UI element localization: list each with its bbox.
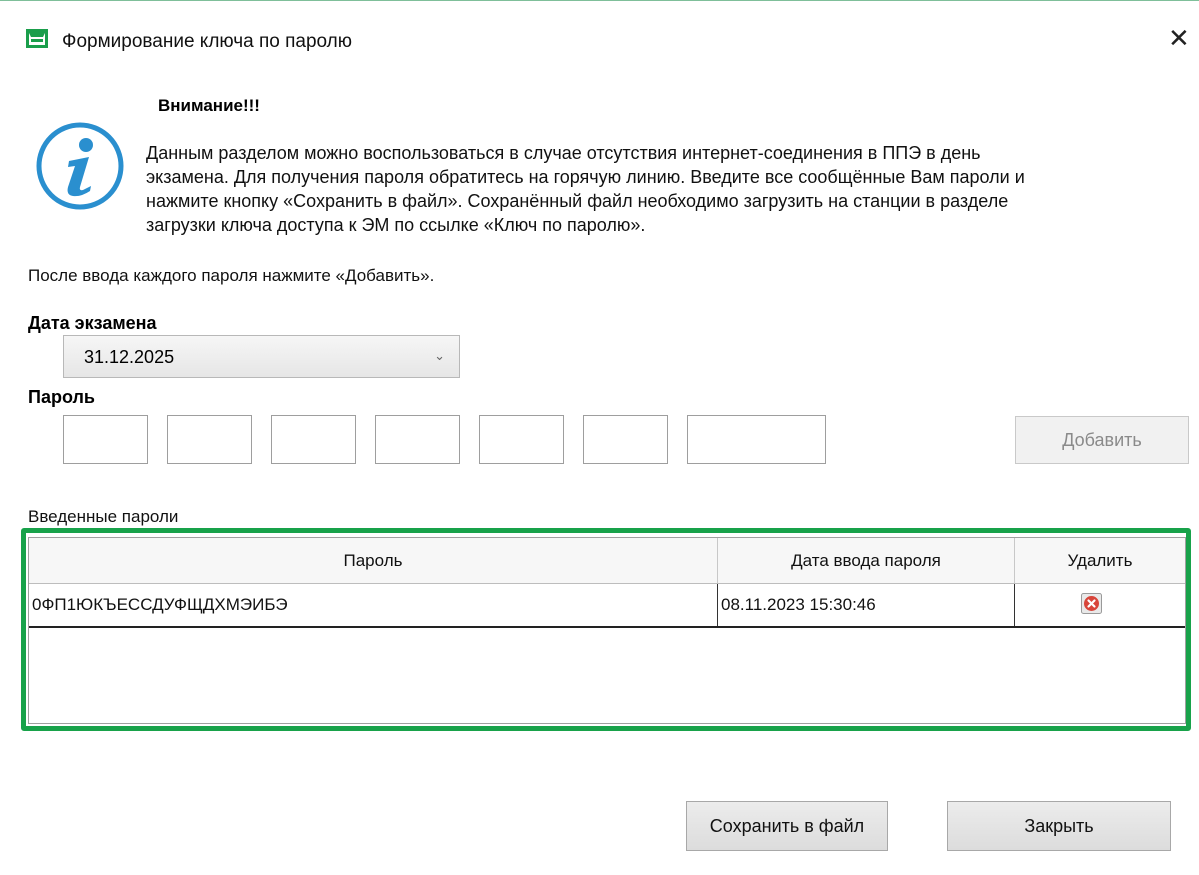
password-field-1[interactable] bbox=[63, 415, 148, 464]
save-to-file-button[interactable]: Сохранить в файл bbox=[686, 801, 888, 851]
table-header: Пароль Дата ввода пароля Удалить bbox=[29, 538, 1185, 584]
row-date: 08.11.2023 15:30:46 bbox=[717, 584, 1014, 626]
row-password: 0ФП1ЮКЪЕССДУФЩДХМЭИБЭ bbox=[32, 595, 288, 614]
password-field-6[interactable] bbox=[583, 415, 668, 464]
entered-passwords-label: Введенные пароли bbox=[28, 507, 179, 526]
table-row[interactable]: 0ФП1ЮКЪЕССДУФЩДХМЭИБЭ 08.11.2023 15:30:4… bbox=[29, 584, 1185, 628]
column-header-password[interactable]: Пароль bbox=[29, 538, 717, 583]
password-field-5[interactable] bbox=[479, 415, 564, 464]
delete-icon[interactable] bbox=[1081, 593, 1102, 614]
window-title: Формирование ключа по паролю bbox=[62, 31, 353, 52]
chevron-down-icon: ⌄ bbox=[434, 348, 445, 363]
warning-line: Данным разделом можно воспользоваться в … bbox=[146, 143, 981, 163]
info-icon bbox=[36, 122, 124, 210]
close-icon[interactable]: ✕ bbox=[1168, 25, 1190, 51]
exam-date-value: 31.12.2025 bbox=[84, 347, 175, 367]
passwords-table: Пароль Дата ввода пароля Удалить 0ФП1ЮКЪ… bbox=[28, 537, 1186, 724]
column-header-delete[interactable]: Удалить bbox=[1014, 538, 1185, 583]
exam-date-label: Дата экзамена bbox=[28, 313, 157, 333]
password-field-3[interactable] bbox=[271, 415, 356, 464]
password-field-2[interactable] bbox=[167, 415, 252, 464]
password-label: Пароль bbox=[28, 387, 95, 407]
add-button[interactable]: Добавить bbox=[1015, 416, 1189, 464]
column-header-date[interactable]: Дата ввода пароля bbox=[717, 538, 1014, 583]
close-button[interactable]: Закрыть bbox=[947, 801, 1171, 851]
warning-line: загрузки ключа доступа к ЭМ по ссылке «К… bbox=[146, 215, 646, 235]
instruction-text: После ввода каждого пароля нажмите «Доба… bbox=[28, 266, 435, 285]
warning-line: экзамена. Для получения пароля обратитес… bbox=[146, 167, 1025, 187]
password-field-7[interactable] bbox=[687, 415, 826, 464]
title-bar: Формирование ключа по паролю ✕ bbox=[0, 0, 1199, 80]
warning-line: нажмите кнопку «Сохранить в файл». Сохра… bbox=[146, 191, 1009, 211]
warning-title: Внимание!!! bbox=[158, 96, 260, 115]
exam-date-select[interactable]: 31.12.2025 ⌄ bbox=[63, 335, 460, 378]
app-window-icon bbox=[26, 29, 48, 48]
password-field-4[interactable] bbox=[375, 415, 460, 464]
warning-text: Данным разделом можно воспользоваться в … bbox=[146, 141, 1156, 237]
